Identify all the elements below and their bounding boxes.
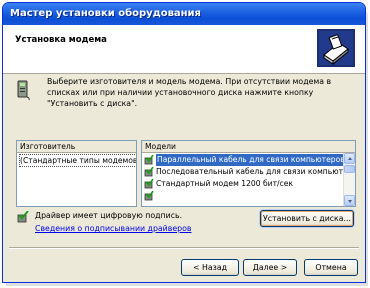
- wizard-header: Установка модема: [3, 25, 365, 74]
- page-title: Установка модема: [15, 35, 107, 45]
- separator: [9, 247, 359, 249]
- certified-driver-icon: [144, 167, 154, 177]
- window-title: Мастер установки оборудования: [10, 8, 201, 19]
- model-label: Последовательный кабель для связи компью…: [156, 167, 356, 176]
- next-button[interactable]: Далее >: [243, 259, 297, 276]
- modem-icon: [17, 80, 30, 101]
- cancel-button[interactable]: Отмена: [304, 259, 358, 276]
- signature-status-text: Драйвер имеет цифровую подпись.: [35, 211, 183, 220]
- title-bar[interactable]: Мастер установки оборудования: [3, 3, 365, 25]
- certified-driver-icon: [144, 179, 154, 189]
- model-column-header[interactable]: Модели: [142, 141, 355, 153]
- instructions-text: Выберите изготовителя и модель модема. П…: [47, 77, 332, 108]
- back-button[interactable]: < Назад: [181, 259, 239, 276]
- hardware-wizard-icon: [317, 29, 355, 67]
- signed-driver-icon: [17, 211, 29, 223]
- model-list-scrollbar[interactable]: [343, 153, 355, 206]
- driver-signing-link[interactable]: Сведения о подписывании драйверов: [35, 224, 191, 233]
- model-label: Стандартный модем 1200 бит/сек: [156, 179, 294, 188]
- manufacturer-list[interactable]: Изготовитель (Стандартные типы модемов): [16, 140, 137, 207]
- hardware-wizard-window: Мастер установки оборудования Установка …: [2, 2, 366, 283]
- scroll-thumb[interactable]: [344, 165, 355, 173]
- model-list[interactable]: Модели Параллельный кабель для связи ком…: [141, 140, 356, 207]
- model-label: Параллельный кабель для связи компьютеро…: [156, 154, 346, 166]
- manufacturer-item[interactable]: (Стандартные типы модемов): [19, 154, 136, 167]
- certified-driver-icon: [144, 191, 154, 201]
- manufacturer-column-header[interactable]: Изготовитель: [17, 141, 136, 153]
- have-disk-button[interactable]: Установить с диска...: [260, 210, 354, 227]
- scroll-up-button[interactable]: [344, 153, 355, 164]
- scroll-down-button[interactable]: [344, 195, 355, 206]
- certified-driver-icon: [144, 155, 154, 165]
